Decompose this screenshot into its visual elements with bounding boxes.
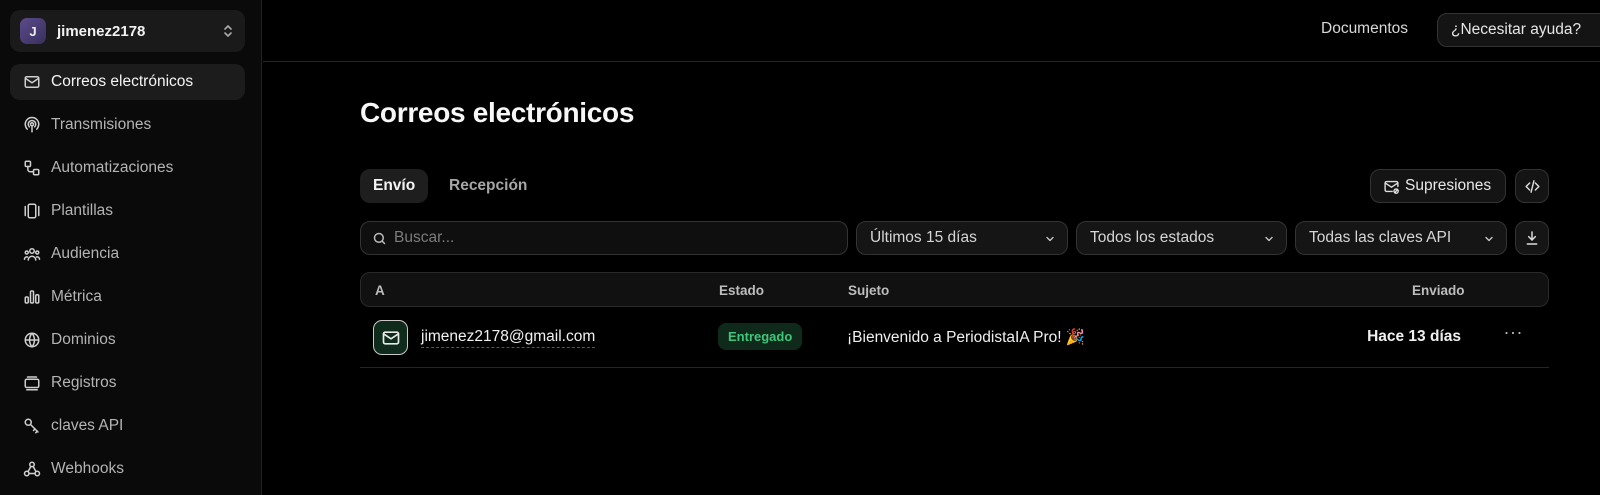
sidebar-item-metrics[interactable]: Métrica: [10, 279, 245, 315]
sidebar-nav: Correos electrónicos Transmisiones Autom…: [10, 64, 245, 494]
api-key-filter-value: Todas las claves API: [1309, 229, 1452, 246]
mail-icon: [23, 73, 41, 91]
sidebar-item-broadcasts[interactable]: Transmisiones: [10, 107, 245, 143]
help-label: ¿Necesitar ayuda?: [1451, 21, 1582, 38]
status-badge: Entregado: [718, 323, 803, 350]
logs-icon: [23, 374, 41, 392]
broadcast-icon: [23, 116, 41, 134]
suppressions-button[interactable]: Supresiones: [1370, 169, 1506, 203]
docs-link[interactable]: Documentos: [1321, 20, 1408, 38]
sidebar-item-emails[interactable]: Correos electrónicos: [10, 64, 245, 100]
chevron-updown-icon: [221, 23, 235, 39]
download-icon: [1524, 230, 1540, 246]
search-icon: [372, 231, 387, 246]
help-button[interactable]: ¿Necesitar ayuda?: [1437, 13, 1600, 47]
column-to: A: [375, 283, 385, 298]
sidebar-item-label: Transmisiones: [51, 116, 152, 133]
sidebar-item-label: Dominios: [51, 331, 116, 348]
chevron-down-icon: [1263, 233, 1275, 245]
sidebar-item-automations[interactable]: Automatizaciones: [10, 150, 245, 186]
tab-receiving[interactable]: Recepción: [436, 169, 540, 203]
avatar: J: [20, 18, 46, 44]
sidebar-item-label: Audiencia: [51, 245, 120, 262]
search-box: [360, 221, 848, 255]
tab-sending[interactable]: Envío: [360, 169, 429, 203]
chevron-down-icon: [1044, 233, 1056, 245]
sidebar-item-label: Automatizaciones: [51, 159, 174, 176]
page-title: Correos electrónicos: [360, 97, 635, 128]
bar-chart-icon: [23, 288, 41, 306]
sidebar-item-domains[interactable]: Dominios: [10, 322, 245, 358]
status-select[interactable]: Todos los estados: [1076, 221, 1287, 255]
sidebar-item-api-keys[interactable]: claves API: [10, 408, 245, 444]
date-range-select[interactable]: Últimos 15 días: [856, 221, 1068, 255]
mail-icon: [373, 320, 408, 355]
webhook-icon: [23, 460, 41, 478]
sidebar-item-label: claves API: [51, 417, 124, 434]
sidebar-item-label: Plantillas: [51, 202, 114, 219]
code-icon: [1524, 178, 1541, 195]
users-icon: [23, 245, 41, 263]
sidebar-item-audience[interactable]: Audiencia: [10, 236, 245, 272]
sidebar-item-templates[interactable]: Plantillas: [10, 193, 245, 229]
recipient-email[interactable]: jimenez2178@gmail.com: [421, 328, 596, 348]
table-header: A Estado Sujeto Enviado: [360, 272, 1549, 307]
api-code-button[interactable]: [1515, 169, 1549, 203]
workflow-icon: [23, 159, 41, 177]
search-input[interactable]: [394, 229, 834, 247]
chevron-down-icon: [1483, 233, 1495, 245]
sent-time: Hace 13 días: [1367, 328, 1461, 345]
column-status: Estado: [719, 283, 765, 298]
account-switcher[interactable]: J jimenez2178: [10, 10, 245, 52]
sidebar-item-logs[interactable]: Registros: [10, 365, 245, 401]
templates-icon: [23, 202, 41, 220]
suppressions-label: Supresiones: [1405, 177, 1492, 194]
table-row[interactable]: jimenez2178@gmail.com Entregado ¡Bienven…: [360, 312, 1549, 368]
sidebar-item-label: Webhooks: [51, 460, 124, 477]
status-filter-value: Todos los estados: [1090, 229, 1215, 246]
row-actions-button[interactable]: ···: [1504, 322, 1523, 343]
sidebar-item-webhooks[interactable]: Webhooks: [10, 451, 245, 487]
sidebar-item-label: Métrica: [51, 288, 102, 305]
column-sent: Enviado: [1412, 283, 1465, 298]
sidebar-item-label: Registros: [51, 374, 117, 391]
globe-icon: [23, 331, 41, 349]
column-subject: Sujeto: [848, 283, 890, 298]
top-bar: Documentos ¿Necesitar ayuda?: [263, 0, 1600, 62]
email-subject: ¡Bienvenido a PeriodistaIA Pro! 🎉: [847, 329, 1086, 346]
account-name: jimenez2178: [57, 22, 146, 40]
export-button[interactable]: [1515, 221, 1549, 255]
mail-block-icon: [1383, 178, 1400, 195]
key-icon: [23, 417, 41, 435]
sidebar: J jimenez2178 Correos electrónicos Trans…: [0, 0, 262, 495]
api-key-select[interactable]: Todas las claves API: [1295, 221, 1507, 255]
date-range-value: Últimos 15 días: [870, 229, 977, 246]
sidebar-item-label: Correos electrónicos: [51, 73, 194, 90]
